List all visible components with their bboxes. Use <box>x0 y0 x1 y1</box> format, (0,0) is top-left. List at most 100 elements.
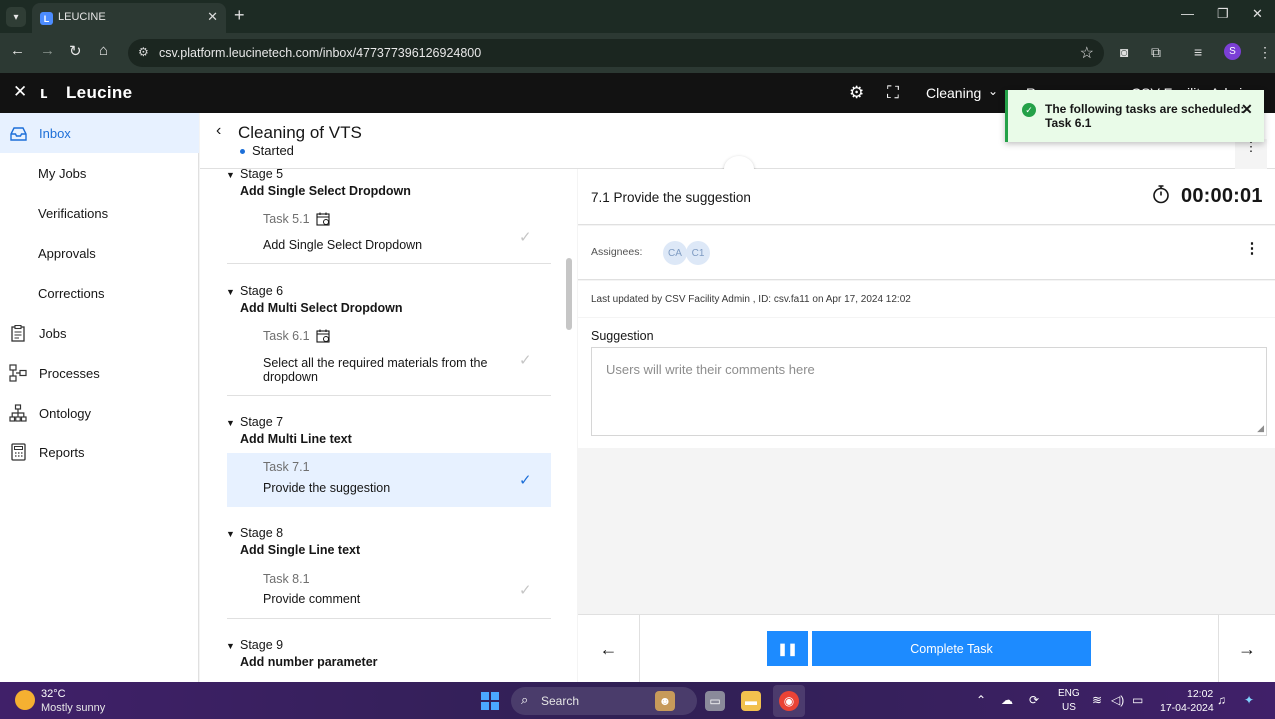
stage-caret-icon[interactable]: ▼ <box>226 287 235 297</box>
copilot-icon[interactable]: ✦ <box>1244 693 1254 707</box>
clock-time[interactable]: 12:02 <box>1187 688 1213 700</box>
sync-icon[interactable]: ⟳ <box>1029 693 1039 707</box>
task-card-active[interactable]: Task 7.1 Provide the suggestion ✓ <box>227 453 551 507</box>
facility-selector[interactable]: Cleaning <box>926 85 981 101</box>
window-close-icon[interactable]: ✕ <box>1252 6 1263 22</box>
check-icon: ✓ <box>519 229 532 246</box>
assignees-row: Assignees: CA C1 ⋮ <box>578 226 1275 280</box>
stage-caret-icon[interactable]: ▼ <box>226 641 235 651</box>
keyboard-layout-indicator[interactable]: US <box>1062 702 1076 713</box>
sidebar-item-processes[interactable]: Processes <box>0 353 199 393</box>
bookmark-star-icon[interactable]: ☆ <box>1080 43 1094 63</box>
search-highlight-icon[interactable]: ☻ <box>655 691 675 711</box>
battery-icon[interactable]: ▭ <box>1132 693 1143 707</box>
scan-qr-icon[interactable]: ⛶ <box>887 83 899 103</box>
toast-notification: ✓ The following tasks are scheduled: Tas… <box>1005 90 1264 142</box>
settings-gear-icon[interactable]: ⚙ <box>849 83 864 103</box>
sidebar-item-ontology[interactable]: Ontology <box>0 393 199 433</box>
media-queue-icon[interactable]: ≡ <box>1194 44 1202 60</box>
profile-avatar[interactable]: S <box>1224 43 1241 60</box>
chrome-icon[interactable]: ◉ <box>779 691 799 711</box>
task-timer: 00:00:01 <box>1181 185 1263 207</box>
task-card[interactable]: Task 5.1 Add Single Select Dropdown ✓ <box>227 204 551 264</box>
schedule-calendar-icon <box>316 212 330 229</box>
minimize-icon[interactable]: — <box>1181 6 1194 21</box>
task-id: Task 7.1 <box>263 460 310 474</box>
chevron-left-icon[interactable]: ‹ <box>216 122 221 140</box>
tab-close-icon[interactable]: ✕ <box>207 9 218 25</box>
file-explorer-icon[interactable]: ▬ <box>741 691 761 711</box>
clock-date[interactable]: 17-04-2024 <box>1160 702 1214 714</box>
next-task-arrow-icon[interactable]: → <box>1218 615 1275 683</box>
previous-task-arrow-icon[interactable]: ← <box>578 615 640 683</box>
sidebar-item-corrections[interactable]: Corrections <box>0 273 199 313</box>
avatar[interactable]: C1 <box>686 241 710 265</box>
job-more-options-icon[interactable]: ⋮ <box>1235 139 1267 169</box>
onedrive-cloud-icon[interactable]: ☁ <box>1001 693 1013 707</box>
sidebar-item-inbox[interactable]: Inbox <box>0 113 199 153</box>
stage-caret-icon[interactable]: ▼ <box>226 418 235 428</box>
task-list-scrollbar[interactable] <box>566 258 572 330</box>
task-more-options-icon[interactable]: ⋮ <box>1239 239 1265 267</box>
chevron-down-icon[interactable]: ⌄ <box>988 84 998 98</box>
windows-start-icon[interactable] <box>481 692 499 710</box>
reload-icon[interactable]: ↻ <box>69 42 82 60</box>
sidebar-item-reports[interactable]: Reports <box>0 432 199 472</box>
weather-description[interactable]: Mostly sunny <box>41 702 105 714</box>
toast-close-icon[interactable]: ✕ <box>1241 101 1253 118</box>
maximize-icon[interactable]: ❐ <box>1217 6 1229 22</box>
stage-label: Stage 6 <box>240 284 284 298</box>
status-dot-icon <box>240 149 245 154</box>
stage-label: Stage 7 <box>240 415 284 429</box>
browser-tab[interactable]: L LEUCINE ✕ <box>32 3 226 33</box>
avatar[interactable]: CA <box>663 241 687 265</box>
pause-button[interactable]: ❚❚ <box>767 631 808 666</box>
sidebar-item-my-jobs[interactable]: My Jobs <box>0 153 199 193</box>
brand-name: Leucine <box>66 83 133 102</box>
complete-task-button[interactable]: Complete Task <box>812 631 1091 666</box>
task-card[interactable]: Task 6.1 Select all the required materia… <box>227 321 551 396</box>
search-label: Search <box>541 694 580 708</box>
sidebar-item-verifications[interactable]: Verifications <box>0 193 199 233</box>
task-card[interactable]: Task 8.1 Provide comment ✓ <box>227 565 551 619</box>
stage-label: Stage 5 <box>240 169 284 181</box>
close-icon[interactable]: ✕ <box>13 82 27 102</box>
task-id: Task 8.1 <box>263 572 310 586</box>
stage-caret-icon[interactable]: ▼ <box>226 529 235 539</box>
suggestion-textarea[interactable]: Users will write their comments here ◢ <box>591 347 1267 436</box>
camera-extension-icon[interactable]: ◙ <box>1120 44 1128 60</box>
new-tab-icon[interactable]: + <box>234 5 245 26</box>
sidebar-item-label: Corrections <box>38 285 105 301</box>
tab-search-chevron-icon[interactable]: ▾ <box>6 7 26 27</box>
home-icon[interactable]: ⌂ <box>99 42 108 59</box>
volume-icon[interactable]: ◁) <box>1111 693 1124 707</box>
task-view-icon[interactable]: ▭ <box>705 691 725 711</box>
leucine-logo-icon: ʟ <box>40 83 48 102</box>
sidebar-item-jobs[interactable]: Jobs <box>0 313 199 353</box>
site-info-icon[interactable]: ⚙ <box>138 45 149 59</box>
weather-sun-icon[interactable] <box>15 690 35 710</box>
search-icon: ⌕ <box>521 692 529 707</box>
stage-caret-icon[interactable]: ▼ <box>226 170 235 180</box>
clipboard-icon <box>9 324 27 342</box>
job-status: Started <box>252 143 294 158</box>
forward-arrow-icon[interactable]: → <box>40 42 55 59</box>
back-arrow-icon[interactable]: ← <box>10 42 25 59</box>
task-id: Task 5.1 <box>263 212 310 226</box>
task-name: Select all the required materials from t… <box>263 356 488 384</box>
address-bar[interactable]: ⚙ csv.platform.leucinetech.com/inbox/477… <box>128 39 1104 67</box>
sidebar: Inbox My Jobs Verifications Approvals Co… <box>0 113 199 682</box>
sidebar-item-approvals[interactable]: Approvals <box>0 233 199 273</box>
task-name: Provide comment <box>263 592 361 606</box>
resize-handle-icon[interactable]: ◢ <box>1257 423 1264 434</box>
notification-bell-icon[interactable]: ♫ <box>1217 693 1226 707</box>
weather-temperature[interactable]: 32°C <box>41 688 66 700</box>
reports-icon <box>9 443 27 461</box>
browser-menu-icon[interactable]: ⋮ <box>1258 44 1272 61</box>
assignees-label: Assignees: <box>591 246 643 258</box>
task-name: Provide the suggestion <box>263 481 391 495</box>
wifi-icon[interactable]: ≋ <box>1092 693 1102 707</box>
tray-chevron-up-icon[interactable]: ⌃ <box>976 693 986 707</box>
extensions-puzzle-icon[interactable]: ⧉ <box>1151 44 1161 61</box>
language-indicator[interactable]: ENG <box>1058 688 1080 699</box>
